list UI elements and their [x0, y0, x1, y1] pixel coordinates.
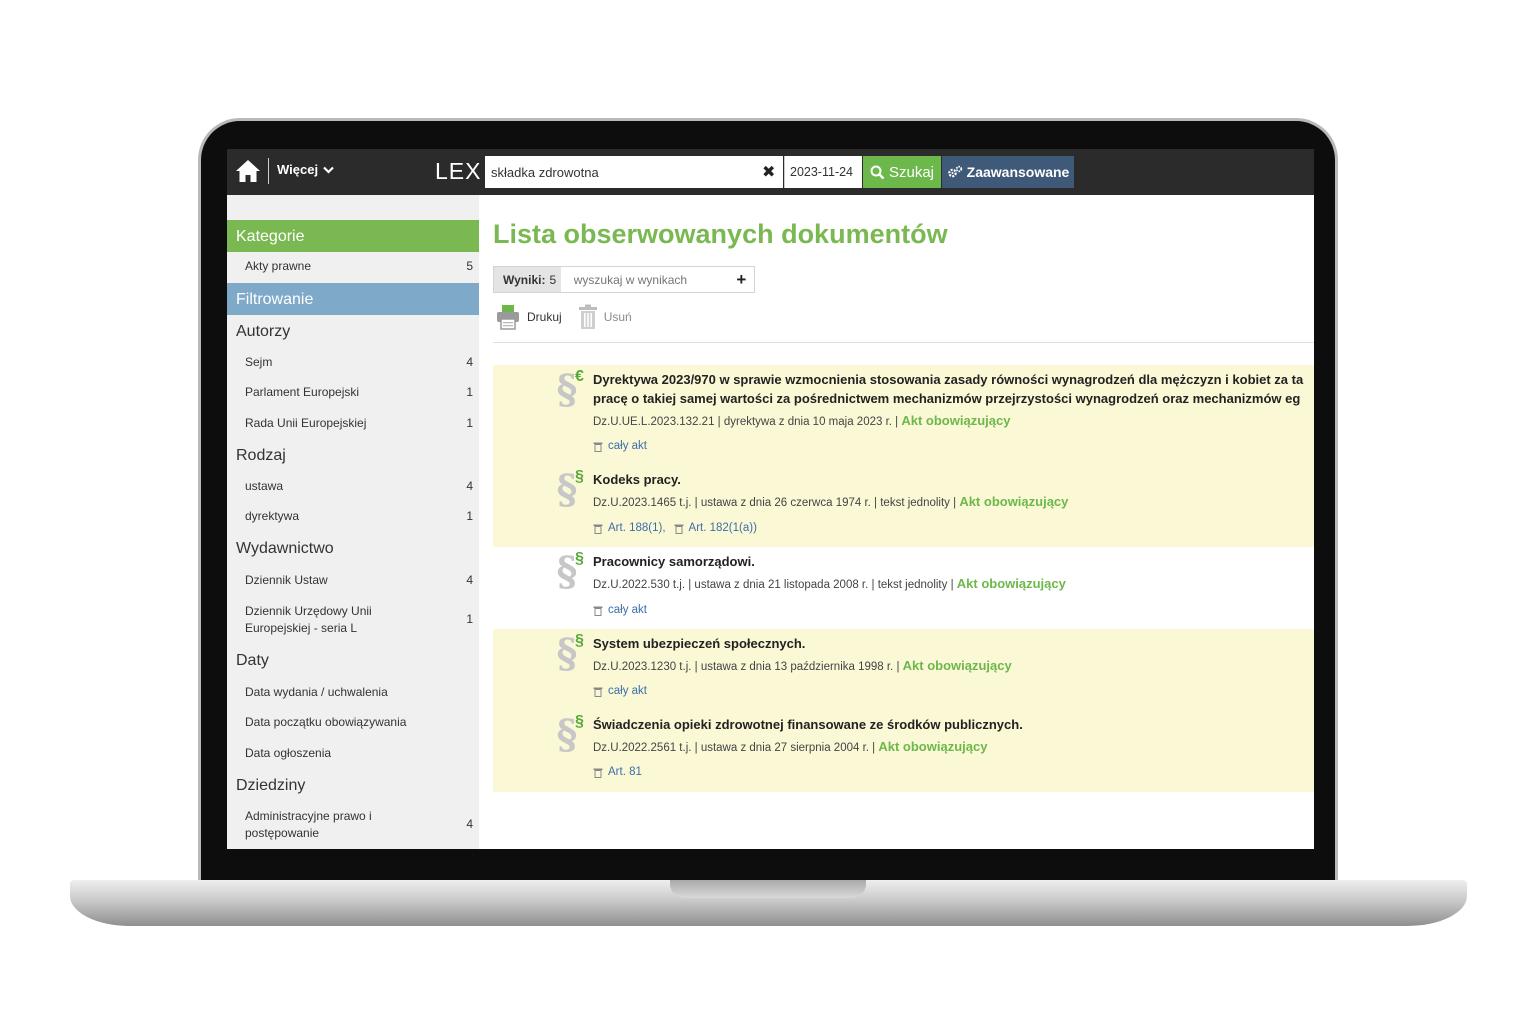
status-badge: Akt obowiązujący — [902, 658, 1012, 673]
document-item: § § Kodeks pracy. Dz.U.2023.1465 t.j. | … — [493, 465, 1314, 547]
laptop-notch — [670, 880, 866, 898]
euro-icon: € — [575, 368, 584, 385]
clear-search-icon[interactable]: ✖ — [762, 162, 775, 182]
section-icon: § — [575, 632, 584, 649]
document-link[interactable]: cały akt — [593, 604, 647, 616]
section-icon: § — [575, 713, 584, 730]
document-links: Art. 81 — [593, 766, 642, 778]
home-icon[interactable] — [235, 158, 261, 184]
filter-item-parlament-europejski[interactable]: Parlament Europejski 1 — [245, 384, 473, 401]
section-icon: § — [575, 468, 584, 485]
results-bar: Wyniki: 5 + — [493, 266, 755, 293]
toolbar: Drukuj Usuń — [495, 303, 648, 331]
filter-item-data-wydania[interactable]: Data wydania / uchwalenia — [245, 684, 473, 701]
chevron-down-icon — [323, 166, 334, 174]
category-item-akty-prawne[interactable]: Akty prawne 5 — [245, 258, 473, 275]
document-title[interactable]: Świadczenia opieki zdrowotnej finansowan… — [593, 715, 1313, 734]
trash-small-icon — [593, 524, 603, 534]
status-badge: Akt obowiązujący — [878, 739, 988, 754]
sidebar: Kategorie Akty prawne 5 Filtrowanie Autor… — [227, 195, 479, 849]
document-meta: Dz.U.2023.1230 t.j. | ustawa z dnia 13 p… — [593, 658, 1012, 673]
trash-icon — [578, 304, 597, 329]
filter-item-administracyjne[interactable]: Administracyjne prawo i postępowanie 4 — [245, 808, 473, 842]
add-filter-icon[interactable]: + — [729, 267, 754, 292]
print-label: Drukuj — [527, 310, 562, 324]
document-links: cały akt — [593, 604, 647, 616]
document-title[interactable]: Dyrektywa 2023/970 w sprawie wzmocnienia… — [593, 370, 1313, 408]
status-badge: Akt obowiązujący — [959, 494, 1069, 509]
results-label: Wyniki: — [503, 272, 546, 287]
document-title[interactable]: Kodeks pracy. — [593, 470, 1313, 489]
main-content: Lista obserwowanych dokumentów Wyniki: 5… — [493, 195, 1314, 849]
trash-small-icon — [593, 768, 603, 778]
section-icon: § — [575, 550, 584, 567]
advanced-search-label: Zaawansowane — [966, 164, 1070, 180]
status-badge: Akt obowiązujący — [956, 576, 1066, 591]
delete-label: Usuń — [603, 310, 632, 324]
gears-icon — [947, 165, 962, 178]
document-list: § € Dyrektywa 2023/970 w sprawie wzmocni… — [493, 365, 1314, 792]
print-button[interactable]: Drukuj — [495, 304, 562, 330]
more-menu-button[interactable]: Więcej — [277, 162, 334, 177]
top-bar: Więcej LEX ✖ Szukaj Zaawansowane — [227, 149, 1314, 195]
search-icon — [870, 165, 885, 179]
trash-small-icon — [593, 687, 603, 697]
document-meta: Dz.U.UE.L.2023.132.21 | dyrektywa z dnia… — [593, 413, 1011, 428]
document-links: cały akt — [593, 685, 647, 697]
results-filter-input[interactable] — [560, 267, 729, 292]
filter-item-rada-unii-europejskiej[interactable]: Rada Unii Europejskiej 1 — [245, 415, 473, 432]
filter-item-data-poczatku[interactable]: Data początku obowiązywania — [245, 714, 473, 731]
trash-small-icon — [593, 606, 603, 616]
screen: Więcej LEX ✖ Szukaj Zaawansowane Ka — [227, 149, 1314, 849]
advanced-search-button[interactable]: Zaawansowane — [942, 156, 1074, 188]
delete-button[interactable]: Usuń — [578, 304, 632, 330]
document-title[interactable]: System ubezpieczeń społecznych. — [593, 634, 1313, 653]
document-item: § § System ubezpieczeń społecznych. Dz.U… — [493, 629, 1314, 710]
document-item: § § Pracownicy samorządowi. Dz.U.2022.53… — [493, 547, 1314, 629]
filter-group-authors: Autorzy — [236, 323, 291, 340]
filter-group-domains: Dziedziny — [236, 777, 306, 794]
page-title: Lista obserwowanych dokumentów — [493, 219, 948, 249]
document-links: Art. 188(1), Art. 182(1(a)) — [593, 522, 757, 534]
search-input[interactable] — [485, 156, 783, 188]
categories-header: Kategorie — [227, 220, 479, 252]
filter-item-ustawa[interactable]: ustawa 4 — [245, 478, 473, 495]
toolbar-divider — [493, 342, 1314, 343]
filter-item-dyrektywa[interactable]: dyrektywa 1 — [245, 508, 473, 525]
document-meta: Dz.U.2023.1465 t.j. | ustawa z dnia 26 c… — [593, 494, 1069, 509]
filter-item-sejm[interactable]: Sejm 4 — [245, 354, 473, 371]
filter-item-data-ogloszenia[interactable]: Data ogłoszenia — [245, 745, 473, 762]
document-item: § § Świadczenia opieki zdrowotnej finans… — [493, 710, 1314, 792]
document-link[interactable]: Art. 182(1(a)) — [674, 522, 757, 534]
trash-small-icon — [674, 524, 684, 534]
results-number: 5 — [549, 272, 557, 287]
document-meta: Dz.U.2022.530 t.j. | ustawa z dnia 21 li… — [593, 576, 1066, 591]
document-link[interactable]: Art. 188(1), — [593, 522, 666, 534]
results-count: Wyniki: 5 — [494, 267, 561, 292]
more-menu-label: Więcej — [277, 162, 319, 177]
document-link[interactable]: Art. 81 — [593, 766, 642, 778]
status-badge: Akt obowiązujący — [901, 413, 1011, 428]
filter-group-dates: Daty — [236, 652, 269, 669]
date-input[interactable] — [784, 156, 862, 188]
document-link[interactable]: cały akt — [593, 685, 647, 697]
filter-item-dziennik-urzedowy-ue[interactable]: Dziennik Urzędowy Unii Europejskiej - se… — [245, 603, 473, 637]
search-button[interactable]: Szukaj — [863, 156, 941, 188]
filter-group-publishers: Wydawnictwo — [236, 540, 334, 557]
filter-header: Filtrowanie — [227, 283, 479, 315]
document-meta: Dz.U.2022.2561 t.j. | ustawa z dnia 27 s… — [593, 739, 988, 754]
trash-small-icon — [593, 442, 603, 452]
filter-item-dziennik-ustaw[interactable]: Dziennik Ustaw 4 — [245, 572, 473, 589]
document-link[interactable]: cały akt — [593, 440, 647, 452]
document-links: cały akt — [593, 440, 647, 452]
printer-icon — [497, 305, 519, 330]
document-item: § € Dyrektywa 2023/970 w sprawie wzmocni… — [493, 365, 1314, 465]
search-button-label: Szukaj — [888, 163, 935, 181]
topbar-separator — [268, 158, 269, 184]
filter-group-kinds: Rodzaj — [236, 447, 286, 464]
document-title[interactable]: Pracownicy samorządowi. — [593, 552, 1313, 571]
lex-logo: LEX — [435, 158, 482, 184]
